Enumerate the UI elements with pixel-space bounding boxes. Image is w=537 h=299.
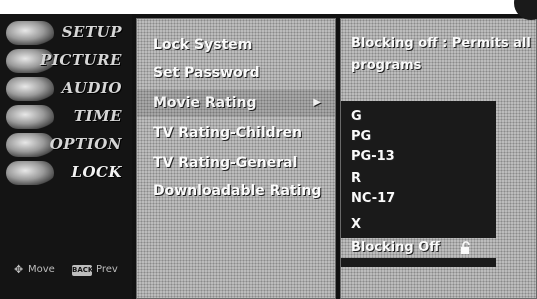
rating-option-pg[interactable]: PG xyxy=(341,127,496,147)
rating-option-r[interactable]: R xyxy=(341,169,496,189)
sidebar-item-label: LOCK xyxy=(71,163,122,181)
submenu-item-tv-rating-general[interactable]: TV Rating-General xyxy=(137,150,335,176)
sidebar-item-audio[interactable]: AUDIO xyxy=(4,76,128,102)
rating-description: Blocking off : Permits all programs xyxy=(351,33,536,77)
description-line: Blocking off : Permits all xyxy=(351,36,531,51)
rating-option-x[interactable]: X xyxy=(341,215,496,235)
setup-thumbnail-icon xyxy=(6,21,54,45)
rating-option-label: Blocking Off xyxy=(351,240,440,255)
rating-option-list: G PG PG-13 R NC-17 X Blocking Off xyxy=(341,101,496,267)
submenu-item-lock-system[interactable]: Lock System xyxy=(137,32,335,58)
submenu-item-label: Lock System xyxy=(153,37,253,53)
main-menu-sidebar: SETUP PICTURE AUDIO TIME OPTION LOCK ✥ M… xyxy=(0,14,132,299)
submenu-item-tv-rating-children[interactable]: TV Rating-Children xyxy=(137,120,335,146)
arrow-right-icon: ▶ xyxy=(313,97,321,108)
rating-option-label: PG xyxy=(351,129,372,144)
rating-option-label: PG-13 xyxy=(351,149,395,164)
time-thumbnail-icon xyxy=(6,105,54,129)
move-hint-label: Move xyxy=(28,264,55,275)
rating-option-nc-17[interactable]: NC-17 xyxy=(341,189,496,209)
sidebar-item-time[interactable]: TIME xyxy=(4,104,128,130)
sidebar-item-label: SETUP xyxy=(61,23,122,41)
submenu-item-label: TV Rating-Children xyxy=(153,125,303,141)
lock-thumbnail-icon xyxy=(6,161,54,185)
sidebar-item-label: PICTURE xyxy=(40,51,122,69)
submenu-item-label: Movie Rating xyxy=(153,95,257,111)
sidebar-item-label: AUDIO xyxy=(61,79,122,97)
prev-hint-label: Prev xyxy=(96,264,118,275)
sidebar-item-option[interactable]: OPTION xyxy=(4,132,128,158)
back-key-icon: BACK xyxy=(72,265,94,276)
rating-option-label: R xyxy=(351,171,362,186)
audio-thumbnail-icon xyxy=(6,77,54,101)
tv-menu-screen: SETUP PICTURE AUDIO TIME OPTION LOCK ✥ M… xyxy=(0,14,537,299)
rating-option-label: G xyxy=(351,109,362,124)
option-thumbnail-icon xyxy=(6,133,54,157)
rating-option-label: NC-17 xyxy=(351,191,396,206)
move-arrows-icon: ✥ xyxy=(14,263,24,276)
submenu-item-downloadable-rating[interactable]: Downloadable Rating xyxy=(137,178,335,204)
sidebar-item-label: OPTION xyxy=(49,135,122,153)
unlock-icon xyxy=(461,241,470,254)
submenu-item-label: Set Password xyxy=(153,65,260,81)
description-line: programs xyxy=(351,58,422,73)
sidebar-item-setup[interactable]: SETUP xyxy=(4,20,128,46)
rating-option-pg-13[interactable]: PG-13 xyxy=(341,147,496,167)
lock-submenu-panel: Lock System Set Password Movie Rating ▶ … xyxy=(136,18,336,299)
submenu-item-movie-rating[interactable]: Movie Rating ▶ xyxy=(137,90,335,116)
submenu-item-label: TV Rating-General xyxy=(153,155,298,171)
submenu-item-set-password[interactable]: Set Password xyxy=(137,60,335,86)
sidebar-item-picture[interactable]: PICTURE xyxy=(4,48,128,74)
rating-option-label: X xyxy=(351,217,362,232)
sidebar-item-label: TIME xyxy=(73,107,122,125)
rating-option-g[interactable]: G xyxy=(341,107,496,127)
sidebar-item-lock[interactable]: LOCK xyxy=(4,160,128,186)
navigation-hint: ✥ Move BACK Prev xyxy=(14,263,126,279)
submenu-item-label: Downloadable Rating xyxy=(153,183,322,199)
rating-option-blocking-off[interactable]: Blocking Off xyxy=(341,238,496,258)
movie-rating-options-panel: Blocking off : Permits all programs G PG… xyxy=(340,18,537,299)
